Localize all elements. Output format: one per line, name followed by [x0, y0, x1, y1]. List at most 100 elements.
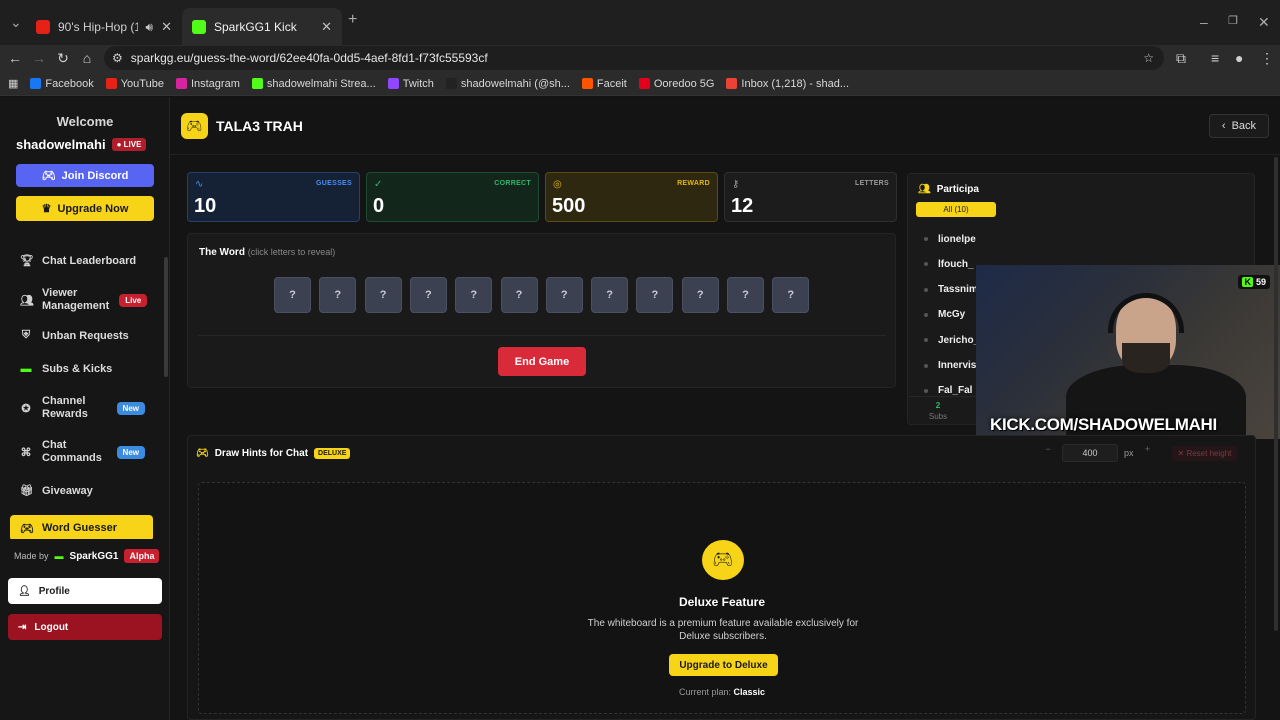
maximize-icon[interactable]: ❐ [1228, 14, 1238, 27]
back-button[interactable]: ‹ Back [1209, 114, 1269, 138]
upgrade-now-button[interactable]: ♛ Upgrade Now [16, 196, 154, 221]
letter-tile[interactable]: ? [636, 277, 674, 313]
letter-tile[interactable]: ? [591, 277, 629, 313]
gamepad-icon: 🎮︎ [196, 448, 209, 459]
extensions-icon[interactable]: ⧉ [1176, 50, 1186, 67]
join-discord-button[interactable]: 🎮︎ Join Discord [16, 164, 154, 187]
browser-tab-1[interactable]: SparkGG1 Kick ✕ [182, 8, 342, 46]
channel-overlay-text: KICK.COM/SHADOWELMAHI [990, 415, 1217, 434]
stat-card-letters: ⚷ LETTERS 12 [724, 172, 897, 222]
bookmark-item[interactable]: shadowelmahi Strea... [251, 78, 376, 90]
page-scrollbar[interactable] [1274, 157, 1278, 631]
letter-tile[interactable]: ? [274, 277, 311, 313]
upgrade-to-deluxe-button[interactable]: Upgrade to Deluxe [669, 654, 778, 676]
plan-name: Classic [733, 687, 766, 697]
live-badge: ● LIVE [111, 138, 147, 151]
audio-icon[interactable]: 🔊︎ [146, 20, 154, 35]
sidebar-item-chat-commands[interactable]: ⌘ Chat Commands New [10, 439, 153, 465]
bookmark-star-icon[interactable]: ☆ [1143, 51, 1154, 65]
alpha-badge: Alpha [124, 549, 160, 563]
coins-icon: ◎ [553, 179, 562, 190]
sidebar-item-channel-rewards[interactable]: ✪ Channel Rewards New [10, 395, 153, 421]
sidebar-item-word-guesser[interactable]: 🎮︎ Word Guesser [10, 515, 153, 539]
bookmark-item[interactable]: Faceit [581, 78, 627, 90]
tab-title: 90's Hip-Hop (1997) [Lost D [58, 20, 138, 34]
bookmark-favicon-icon [726, 78, 738, 89]
close-tab-icon[interactable]: ✕ [161, 19, 172, 35]
reset-height-button[interactable]: ✕ Reset height [1171, 445, 1238, 461]
increase-height-button[interactable]: + [1140, 444, 1156, 462]
stat-name: Subs [928, 412, 948, 421]
bookmark-item[interactable]: shadowelmahi (@sh... [445, 78, 570, 90]
sidebar-nav: 🏆︎ Chat Leaderboard 👥︎ Viewer Management Liv… [0, 249, 166, 539]
letter-tile[interactable]: ? [681, 277, 719, 313]
letter-tile[interactable]: ? [500, 277, 538, 313]
site-info-icon[interactable]: ⚙ [112, 51, 123, 65]
word-title-text: The Word [199, 247, 245, 258]
webcam-overlay: K 59 KICK.COM/SHADOWELMAHI [976, 265, 1280, 439]
reload-icon[interactable]: ↻ [54, 50, 72, 67]
sidebar-item-chat-leaderboard[interactable]: 🏆︎ Chat Leaderboard [10, 254, 153, 268]
status-dot [924, 388, 928, 393]
reset-height-label: Reset height [1186, 448, 1232, 458]
bookmark-item[interactable]: YouTube [105, 77, 164, 90]
youtube-favicon-icon [36, 20, 50, 34]
status-dot [924, 287, 928, 292]
sidebar-scrollbar[interactable] [164, 257, 168, 377]
filter-all-button[interactable]: All (10) [916, 202, 996, 217]
logout-button[interactable]: ⇥ Logout [8, 614, 162, 640]
bookmark-label: YouTube [120, 77, 164, 90]
menu-dots-icon[interactable]: ⋮ [1260, 50, 1274, 67]
bookmark-item[interactable]: Inbox (1,218) - shad... [726, 78, 849, 90]
status-dot [924, 262, 928, 267]
check-circle-icon: ✓ [374, 179, 383, 190]
sidebar-item-label: Unban Requests [42, 329, 129, 342]
media-icon[interactable]: ≡ [1211, 50, 1219, 66]
bookmark-item[interactable]: Instagram [175, 78, 240, 90]
award-icon: ✪ [21, 402, 31, 415]
gamepad-icon: 🎮︎ [702, 540, 744, 580]
stat-card-reward: ◎ REWARD 500 [545, 172, 718, 222]
discord-label: Join Discord [61, 169, 129, 182]
sidebar-item-label: Giveaway [42, 484, 93, 497]
current-plan: Current plan: Classic [199, 687, 1245, 697]
stat-card-correct: ✓ CORRECT 0 [366, 172, 539, 222]
home-icon[interactable]: ⌂ [78, 50, 96, 66]
browser-tab-0[interactable]: 90's Hip-Hop (1997) [Lost D 🔊︎ ✕ [26, 8, 182, 46]
browser-tabbar: ⌄ 90's Hip-Hop (1997) [Lost D 🔊︎ ✕ Spark… [0, 0, 1280, 46]
height-input[interactable]: 400 [1062, 444, 1118, 462]
profile-avatar-icon[interactable]: ● [1235, 50, 1243, 66]
sidebar-item-unban-requests[interactable]: ⛨ Unban Requests [10, 329, 153, 342]
bookmark-item[interactable]: Facebook [30, 78, 94, 90]
sidebar-item-label: Viewer Management [42, 287, 110, 312]
letter-tile[interactable]: ? [545, 277, 583, 313]
back-nav-icon[interactable]: ← [6, 50, 24, 66]
sidebar-item-giveaway[interactable]: 🎁︎ Giveaway [10, 484, 153, 498]
close-tab-icon[interactable]: ✕ [321, 19, 332, 35]
new-tab-icon[interactable]: + [348, 11, 357, 29]
end-game-button[interactable]: End Game [498, 347, 586, 376]
sidebar-item-subs-kicks[interactable]: ▬ Subs & Kicks [10, 363, 153, 375]
letter-tile[interactable]: ? [319, 277, 357, 313]
close-window-icon[interactable]: ✕ [1258, 14, 1270, 31]
apps-grid-icon[interactable]: ▦ [8, 77, 18, 90]
letter-tile[interactable]: ? [455, 277, 493, 313]
letter-tile[interactable]: ? [772, 277, 810, 313]
url-text: sparkgg.eu/guess-the-word/62ee40fa-0dd5-… [130, 51, 488, 65]
sidebar-item-label: Chat Commands [42, 439, 102, 464]
tab-search-icon[interactable]: ⌄ [10, 14, 22, 31]
bookmark-item[interactable]: Twitch [387, 78, 434, 90]
logout-label: Logout [34, 621, 69, 633]
participant-name: lionelpe [938, 233, 976, 245]
brand-name: SparkGG1 [69, 550, 119, 562]
decrease-height-button[interactable]: − [1040, 444, 1056, 462]
letter-tile[interactable]: ? [727, 277, 764, 313]
url-bar[interactable]: ⚙ sparkgg.eu/guess-the-word/62ee40fa-0dd… [104, 46, 1164, 70]
profile-button[interactable]: 👤︎ Profile [8, 578, 162, 604]
letter-tile[interactable]: ? [364, 277, 402, 313]
bookmark-item[interactable]: Ooredoo 5G [638, 78, 714, 90]
letter-tile[interactable]: ? [409, 277, 447, 313]
minimize-icon[interactable]: – [1200, 14, 1208, 30]
forward-nav-icon[interactable]: → [30, 50, 48, 66]
sidebar-item-viewer-management[interactable]: 👥︎ Viewer Management Live [10, 287, 153, 313]
